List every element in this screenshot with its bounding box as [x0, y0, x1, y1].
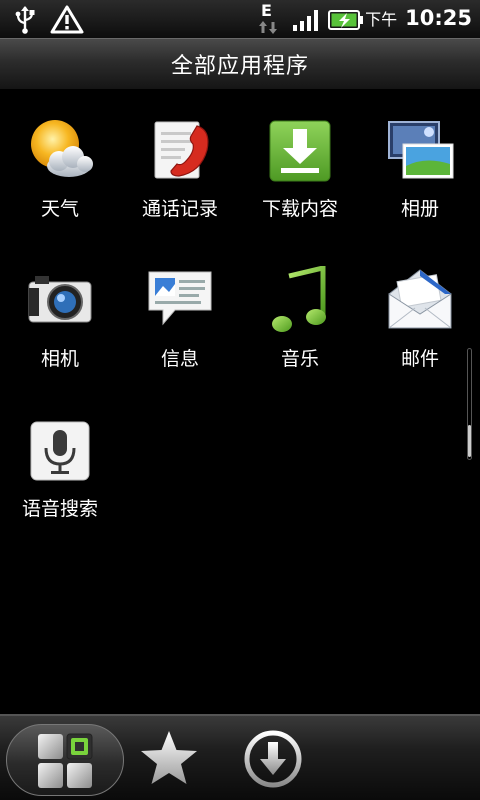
bottom-dock [0, 714, 480, 800]
app-voice-search[interactable]: 语音搜索 [0, 390, 120, 540]
download-arrow-icon[interactable] [243, 729, 303, 789]
app-label: 通话记录 [141, 198, 218, 220]
voice-search-icon [30, 421, 90, 481]
battery-charging-icon [328, 10, 363, 30]
clock: 10:25 [405, 6, 472, 30]
app-label: 下载内容 [261, 198, 338, 220]
app-camera[interactable]: 相机 [0, 240, 120, 390]
app-downloads[interactable]: 下载内容 [240, 90, 360, 240]
gallery-icon [388, 121, 454, 179]
star-icon[interactable] [138, 728, 200, 790]
all-apps-button[interactable] [6, 724, 124, 796]
mail-icon [388, 269, 452, 329]
network-type-indicator: E [258, 1, 278, 35]
call-history-icon [154, 121, 209, 179]
network-type-label: E [261, 1, 272, 20]
ampm-label: 下午 [365, 10, 398, 29]
usb-icon [15, 6, 35, 34]
scrollbar-thumb[interactable] [468, 425, 471, 457]
page-title: 全部应用程序 [170, 54, 309, 79]
status-bar: E 下午 10:25 [0, 0, 480, 38]
app-label: 音乐 [280, 348, 319, 370]
app-weather[interactable]: 天气 [0, 90, 120, 240]
app-label: 语音搜索 [21, 498, 98, 520]
app-label: 相册 [400, 198, 439, 220]
app-label: 信息 [160, 348, 199, 370]
app-mail[interactable]: 邮件 [360, 240, 480, 390]
warning-icon [50, 5, 84, 34]
download-icon [269, 120, 331, 182]
app-label: 相机 [40, 348, 79, 370]
data-arrows-icon [259, 21, 277, 34]
camera-icon [28, 276, 92, 323]
messages-icon [148, 271, 212, 326]
app-music[interactable]: 音乐 [240, 240, 360, 390]
app-gallery[interactable]: 相册 [360, 90, 480, 240]
app-call-history[interactable]: 通话记录 [120, 90, 240, 240]
app-messages[interactable]: 信息 [120, 240, 240, 390]
music-icon [272, 266, 326, 332]
title-bar: 全部应用程序 [0, 38, 480, 90]
signal-strength-icon [293, 10, 318, 31]
all-apps-icon [38, 733, 93, 788]
app-label: 天气 [40, 198, 79, 220]
app-label: 邮件 [400, 348, 439, 370]
clock-group: 下午 10:25 [365, 6, 472, 30]
weather-icon [31, 120, 93, 177]
